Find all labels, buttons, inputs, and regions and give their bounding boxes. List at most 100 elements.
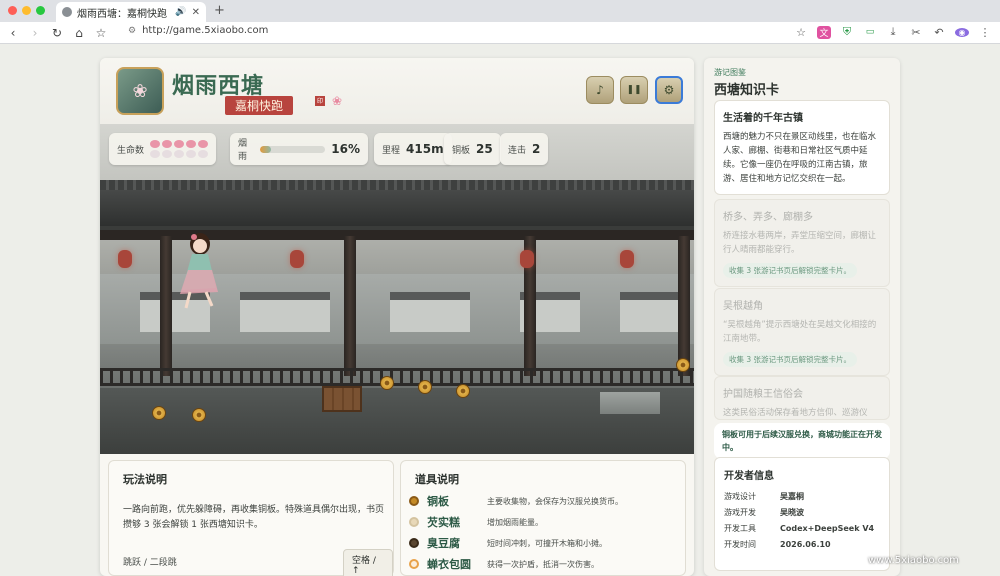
speaker-icon[interactable]: 🔊 [175, 7, 186, 17]
minimize-window-button[interactable] [22, 6, 31, 15]
item-name: 蝉衣包圆 [427, 558, 471, 571]
distance-label: 里程 [382, 145, 401, 156]
knowledge-card-locked[interactable]: 吴根越角 “吴根越角”提示西塘处在吴越文化相接的江南地带。 收集 3 张游记书页… [714, 288, 890, 376]
reload-icon[interactable]: ↻ [46, 26, 68, 40]
stone-steps [600, 392, 660, 414]
watermark: www.5xiaobo.com [868, 555, 959, 566]
item-desc: 增加烟雨能量。 [487, 517, 543, 527]
sidebar-kicker: 游记图鉴 [714, 68, 746, 77]
gear-icon: ⚙ [663, 83, 675, 97]
seal-icon: 印 [315, 96, 325, 106]
knowledge-card[interactable]: 生活着的千年古镇 西塘的魅力不只在景区动线里，也在临水人家、廊棚、街巷和日常社区… [714, 100, 890, 195]
game-canvas[interactable]: 生命数 烟雨 16% 里程 415m 铜板 25 连击 2 [100, 124, 694, 454]
red-lantern [118, 250, 132, 268]
howto-title: 玩法说明 [123, 473, 167, 486]
url-field[interactable]: ⚙ http://game.5xiaobo.com [128, 25, 268, 36]
pause-button[interactable]: ❚❚ [620, 76, 648, 104]
lotus-icon: ❀ [332, 94, 343, 108]
close-tab-icon[interactable]: ✕ [192, 7, 200, 18]
life-empty-icon [162, 150, 173, 158]
combo-label: 连击 [508, 145, 527, 156]
sidebar-title: 西塘知识卡 [714, 83, 780, 98]
extension-toolbar: ☆ 文 ⛨ ▭ ⤓ ✂ ↶ ◉ ⋮ [794, 25, 992, 39]
howto-panel: 玩法说明 一路向前跑，优先躲障碍，再收集铜板。特殊道具偶尔出现，书页攒够 3 张… [108, 460, 394, 576]
menu-icon[interactable]: ⋮ [978, 26, 992, 39]
window-controls [8, 6, 45, 15]
dev-value: 2026.06.10 [780, 540, 831, 549]
scissors-icon[interactable]: ✂ [909, 26, 923, 39]
distance-stat: 里程 415m [374, 133, 452, 165]
card-title: 吴根越角 [723, 301, 763, 312]
home-icon[interactable]: ⌂ [68, 26, 90, 40]
battery-icon[interactable]: ▭ [863, 27, 877, 37]
mist-value: 16% [331, 142, 360, 156]
page-body: ❀ 烟雨西塘 嘉桐快跑 印 ❀ ♪ ❚❚ ⚙ 生命数 烟雨 16% 里程 415… [0, 44, 1000, 576]
pillar [678, 236, 690, 376]
knowledge-card-locked[interactable]: 护国随粮王信俗会 这类民俗活动保存着地方信仰、巡游仪 [714, 376, 890, 420]
life-empty-icon [174, 150, 185, 158]
dev-row: 开发时间 2026.06.10 [724, 537, 880, 553]
player-character [180, 233, 218, 309]
game-logo: ❀ [116, 67, 164, 115]
dev-value: 吴晓波 [780, 508, 804, 517]
download-icon[interactable]: ⤓ [886, 25, 900, 39]
address-bar-row: ‹ › ↻ ⌂ ☆ ⚙ http://game.5xiaobo.com ☆ 文 … [0, 22, 1000, 44]
close-window-button[interactable] [8, 6, 17, 15]
lives-stat: 生命数 [109, 133, 217, 165]
item-name: 芡实糕 [427, 516, 460, 529]
unlock-hint: 收集 3 张游记书页后解锁完整卡片。 [723, 263, 858, 278]
shop-note: 铜板可用于后续汉服兑换，商城功能正在开发中。 [714, 423, 890, 459]
copper-coin [152, 406, 166, 420]
bookmark-page-icon[interactable]: ☆ [794, 26, 808, 39]
jump-key-hint: 空格 / ↑ [343, 549, 393, 576]
wooden-railing [100, 368, 694, 386]
url-text: http://game.5xiaobo.com [142, 25, 269, 36]
back-icon[interactable]: ‹ [2, 26, 24, 40]
profile-extension-icon[interactable]: ◉ [955, 27, 969, 37]
game-subtitle: 嘉桐快跑 [225, 96, 294, 115]
maximize-window-button[interactable] [36, 6, 45, 15]
red-lantern [620, 250, 634, 268]
music-note-icon: ♪ [596, 83, 604, 97]
wooden-crate-obstacle [322, 386, 362, 412]
mist-label: 烟雨 [238, 139, 248, 162]
item-row: 臭豆腐 短时间冲刺，可撞开木箱和小摊。 [409, 535, 607, 551]
life-empty-icon [150, 150, 161, 158]
copper-coin [418, 380, 432, 394]
favicon-icon [62, 7, 72, 17]
music-button[interactable]: ♪ [586, 76, 614, 104]
mist-progress-fill [260, 145, 271, 153]
tab-title: 烟雨西塘：嘉桐快跑 [77, 8, 167, 20]
forward-icon[interactable]: › [24, 26, 46, 40]
knowledge-card-locked[interactable]: 桥多、弄多、廊棚多 桥连接水巷两岸，弄堂压缩空间，廊棚让行人晴雨都能穿行。 收集… [714, 199, 890, 287]
lives-label: 生命数 [117, 145, 145, 156]
copper-coin [380, 376, 394, 390]
item-name: 臭豆腐 [427, 537, 460, 550]
shield-extension-icon[interactable]: ⛨ [840, 25, 854, 39]
card-text: 桥连接水巷两岸，弄堂压缩空间，廊棚让行人晴雨都能穿行。 [723, 231, 877, 255]
settings-button[interactable]: ⚙ [655, 76, 683, 104]
dev-value: 吴嘉桐 [780, 492, 804, 501]
dev-key: 游戏设计 [724, 492, 756, 501]
pillar [344, 236, 356, 376]
item-desc: 获得一次护盾，抵消一次伤害。 [487, 559, 599, 569]
new-tab-button[interactable]: + [214, 3, 225, 18]
copper-coin [676, 358, 690, 372]
items-panel: 道具说明 铜板 主要收集物，会保存为汉服兑换货币。 芡实糕 增加烟雨能量。 臭豆… [400, 460, 686, 576]
dev-row: 游戏开发 吴晓波 [724, 505, 880, 521]
game-header: ❀ 烟雨西塘 嘉桐快跑 印 ❀ ♪ ❚❚ ⚙ [100, 58, 694, 124]
bookmark-star-icon[interactable]: ☆ [90, 26, 112, 40]
items-title: 道具说明 [415, 473, 459, 486]
coins-value: 25 [476, 142, 493, 156]
life-full-icon [174, 140, 185, 148]
card-title: 护国随粮王信俗会 [723, 389, 803, 400]
undo-icon[interactable]: ↶ [932, 26, 946, 39]
dev-title: 开发者信息 [724, 471, 774, 482]
browser-tab[interactable]: 烟雨西塘：嘉桐快跑 🔊 ✕ [56, 2, 206, 22]
translate-extension-icon[interactable]: 文 [817, 25, 831, 39]
background-house [240, 292, 330, 332]
site-info-icon[interactable]: ⚙ [128, 26, 136, 36]
dev-value: Codex+DeepSeek V4 [780, 524, 875, 533]
item-desc: 主要收集物，会保存为汉服兑换货币。 [487, 496, 623, 506]
combo-value: 2 [532, 142, 541, 156]
